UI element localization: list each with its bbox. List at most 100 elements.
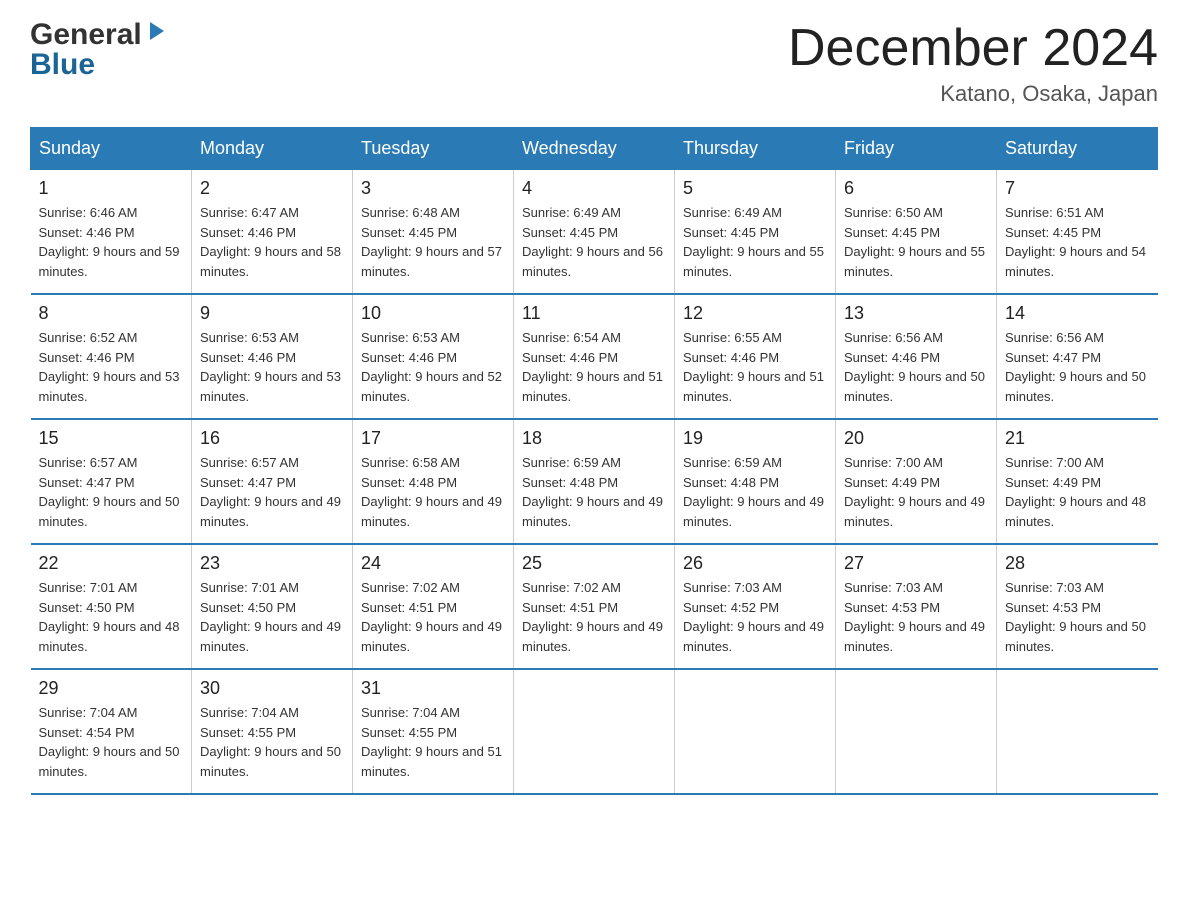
day-number: 10 <box>361 303 505 324</box>
header-friday: Friday <box>836 128 997 170</box>
day-info: Sunrise: 6:57 AMSunset: 4:47 PMDaylight:… <box>39 453 184 531</box>
day-number: 11 <box>522 303 666 324</box>
calendar-cell: 2 Sunrise: 6:47 AMSunset: 4:46 PMDaylight… <box>192 170 353 295</box>
day-number: 14 <box>1005 303 1150 324</box>
day-info: Sunrise: 7:00 AMSunset: 4:49 PMDaylight:… <box>844 453 988 531</box>
day-number: 19 <box>683 428 827 449</box>
day-number: 3 <box>361 178 505 199</box>
page-header: General Blue December 2024 Katano, Osaka… <box>30 20 1158 107</box>
calendar-cell: 22 Sunrise: 7:01 AMSunset: 4:50 PMDayligh… <box>31 544 192 669</box>
calendar-cell: 30Sunrise: 7:04 AMSunset: 4:55 PMDayligh… <box>192 669 353 794</box>
day-number: 18 <box>522 428 666 449</box>
day-number: 2 <box>200 178 344 199</box>
day-info: Sunrise: 6:58 AMSunset: 4:48 PMDaylight:… <box>361 453 505 531</box>
calendar-cell: 3 Sunrise: 6:48 AMSunset: 4:45 PMDaylight… <box>353 170 514 295</box>
calendar-cell: 18 Sunrise: 6:59 AMSunset: 4:48 PMDayligh… <box>514 419 675 544</box>
calendar-cell: 14 Sunrise: 6:56 AMSunset: 4:47 PMDayligh… <box>997 294 1158 419</box>
calendar-cell: 16Sunrise: 6:57 AMSunset: 4:47 PMDayligh… <box>192 419 353 544</box>
day-number: 27 <box>844 553 988 574</box>
day-info: Sunrise: 6:53 AMSunset: 4:46 PMDaylight:… <box>361 328 505 406</box>
day-info: Sunrise: 7:04 AMSunset: 4:55 PMDaylight:… <box>200 703 344 781</box>
calendar-cell: 4Sunrise: 6:49 AMSunset: 4:45 PMDaylight… <box>514 170 675 295</box>
calendar-cell: 31Sunrise: 7:04 AMSunset: 4:55 PMDayligh… <box>353 669 514 794</box>
calendar-cell: 15 Sunrise: 6:57 AMSunset: 4:47 PMDayligh… <box>31 419 192 544</box>
calendar-cell: 19Sunrise: 6:59 AMSunset: 4:48 PMDayligh… <box>675 419 836 544</box>
day-info: Sunrise: 6:50 AMSunset: 4:45 PMDaylight:… <box>844 203 988 281</box>
day-info: Sunrise: 7:03 AMSunset: 4:52 PMDaylight:… <box>683 578 827 656</box>
logo-line2: Blue <box>30 50 168 80</box>
calendar-cell: 25 Sunrise: 7:02 AMSunset: 4:51 PMDayligh… <box>514 544 675 669</box>
day-info: Sunrise: 7:00 AMSunset: 4:49 PMDaylight:… <box>1005 453 1150 531</box>
calendar-cell: 27 Sunrise: 7:03 AMSunset: 4:53 PMDayligh… <box>836 544 997 669</box>
header-sunday: Sunday <box>31 128 192 170</box>
day-info: Sunrise: 7:04 AMSunset: 4:55 PMDaylight:… <box>361 703 505 781</box>
day-info: Sunrise: 7:02 AMSunset: 4:51 PMDaylight:… <box>522 578 666 656</box>
day-number: 15 <box>39 428 184 449</box>
day-info: Sunrise: 6:56 AMSunset: 4:47 PMDaylight:… <box>1005 328 1150 406</box>
calendar-cell: 13 Sunrise: 6:56 AMSunset: 4:46 PMDayligh… <box>836 294 997 419</box>
day-number: 17 <box>361 428 505 449</box>
logo-line1: General <box>30 20 168 50</box>
day-info: Sunrise: 7:04 AMSunset: 4:54 PMDaylight:… <box>39 703 184 781</box>
day-info: Sunrise: 6:53 AMSunset: 4:46 PMDaylight:… <box>200 328 344 406</box>
day-info: Sunrise: 6:54 AMSunset: 4:46 PMDaylight:… <box>522 328 666 406</box>
day-number: 24 <box>361 553 505 574</box>
calendar-cell <box>997 669 1158 794</box>
day-info: Sunrise: 6:49 AMSunset: 4:45 PMDaylight:… <box>683 203 827 281</box>
calendar-cell: 6 Sunrise: 6:50 AMSunset: 4:45 PMDaylight… <box>836 170 997 295</box>
logo: General Blue <box>30 20 168 80</box>
location: Katano, Osaka, Japan <box>788 81 1158 107</box>
calendar-cell: 9Sunrise: 6:53 AMSunset: 4:46 PMDaylight… <box>192 294 353 419</box>
day-info: Sunrise: 6:46 AMSunset: 4:46 PMDaylight:… <box>39 203 184 281</box>
day-info: Sunrise: 7:02 AMSunset: 4:51 PMDaylight:… <box>361 578 505 656</box>
day-number: 6 <box>844 178 988 199</box>
header-tuesday: Tuesday <box>353 128 514 170</box>
calendar-cell: 23 Sunrise: 7:01 AMSunset: 4:50 PMDayligh… <box>192 544 353 669</box>
day-info: Sunrise: 6:59 AMSunset: 4:48 PMDaylight:… <box>522 453 666 531</box>
day-info: Sunrise: 6:48 AMSunset: 4:45 PMDaylight:… <box>361 203 505 281</box>
calendar-cell: 8 Sunrise: 6:52 AMSunset: 4:46 PMDaylight… <box>31 294 192 419</box>
calendar-cell <box>514 669 675 794</box>
day-info: Sunrise: 6:52 AMSunset: 4:46 PMDaylight:… <box>39 328 184 406</box>
day-info: Sunrise: 6:56 AMSunset: 4:46 PMDaylight:… <box>844 328 988 406</box>
day-number: 8 <box>39 303 184 324</box>
calendar-week-row: 15 Sunrise: 6:57 AMSunset: 4:47 PMDayligh… <box>31 419 1158 544</box>
day-info: Sunrise: 6:55 AMSunset: 4:46 PMDaylight:… <box>683 328 827 406</box>
calendar-cell: 29 Sunrise: 7:04 AMSunset: 4:54 PMDayligh… <box>31 669 192 794</box>
day-info: Sunrise: 7:01 AMSunset: 4:50 PMDaylight:… <box>39 578 184 656</box>
day-number: 4 <box>522 178 666 199</box>
calendar-week-row: 29 Sunrise: 7:04 AMSunset: 4:54 PMDayligh… <box>31 669 1158 794</box>
header-wednesday: Wednesday <box>514 128 675 170</box>
calendar-week-row: 8 Sunrise: 6:52 AMSunset: 4:46 PMDaylight… <box>31 294 1158 419</box>
calendar-cell: 7Sunrise: 6:51 AMSunset: 4:45 PMDaylight… <box>997 170 1158 295</box>
calendar-cell: 12 Sunrise: 6:55 AMSunset: 4:46 PMDayligh… <box>675 294 836 419</box>
day-info: Sunrise: 7:03 AMSunset: 4:53 PMDaylight:… <box>844 578 988 656</box>
day-number: 23 <box>200 553 344 574</box>
day-number: 26 <box>683 553 827 574</box>
day-number: 12 <box>683 303 827 324</box>
calendar-week-row: 22 Sunrise: 7:01 AMSunset: 4:50 PMDayligh… <box>31 544 1158 669</box>
calendar-cell: 24 Sunrise: 7:02 AMSunset: 4:51 PMDayligh… <box>353 544 514 669</box>
calendar-cell: 1Sunrise: 6:46 AMSunset: 4:46 PMDaylight… <box>31 170 192 295</box>
day-number: 25 <box>522 553 666 574</box>
header-saturday: Saturday <box>997 128 1158 170</box>
day-info: Sunrise: 7:01 AMSunset: 4:50 PMDaylight:… <box>200 578 344 656</box>
calendar-cell: 5 Sunrise: 6:49 AMSunset: 4:45 PMDaylight… <box>675 170 836 295</box>
day-info: Sunrise: 6:47 AMSunset: 4:46 PMDaylight:… <box>200 203 344 281</box>
month-title: December 2024 <box>788 20 1158 77</box>
day-number: 20 <box>844 428 988 449</box>
day-number: 13 <box>844 303 988 324</box>
header-thursday: Thursday <box>675 128 836 170</box>
calendar-header-row: SundayMondayTuesdayWednesdayThursdayFrid… <box>31 128 1158 170</box>
calendar-cell: 26 Sunrise: 7:03 AMSunset: 4:52 PMDayligh… <box>675 544 836 669</box>
day-number: 22 <box>39 553 184 574</box>
day-number: 29 <box>39 678 184 699</box>
title-section: December 2024 Katano, Osaka, Japan <box>788 20 1158 107</box>
calendar-cell: 28Sunrise: 7:03 AMSunset: 4:53 PMDayligh… <box>997 544 1158 669</box>
day-number: 5 <box>683 178 827 199</box>
day-info: Sunrise: 7:03 AMSunset: 4:53 PMDaylight:… <box>1005 578 1150 656</box>
calendar-cell: 21 Sunrise: 7:00 AMSunset: 4:49 PMDayligh… <box>997 419 1158 544</box>
day-number: 21 <box>1005 428 1150 449</box>
calendar-cell: 10 Sunrise: 6:53 AMSunset: 4:46 PMDayligh… <box>353 294 514 419</box>
day-info: Sunrise: 6:57 AMSunset: 4:47 PMDaylight:… <box>200 453 344 531</box>
